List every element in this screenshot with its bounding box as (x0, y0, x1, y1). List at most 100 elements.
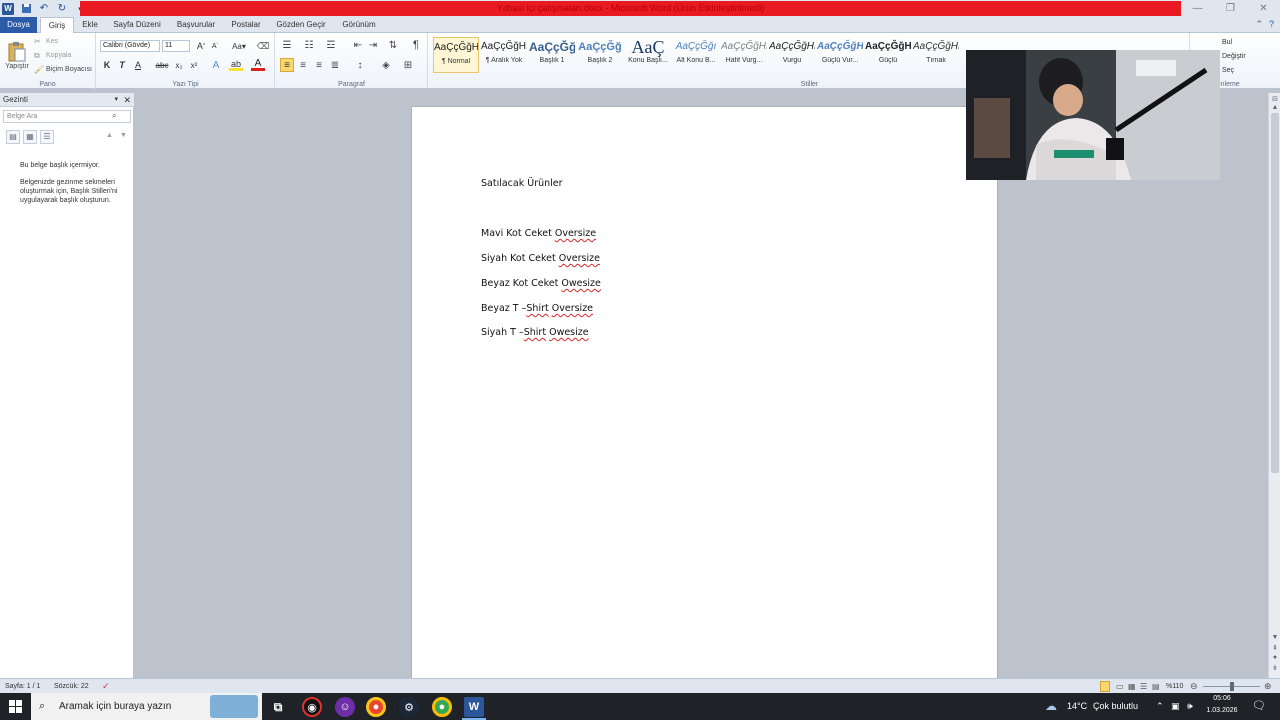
shading-icon[interactable]: ◈ (378, 58, 394, 72)
style-item[interactable]: AaÇçĞğHı Vurgu (769, 37, 815, 73)
browse-object-icon[interactable]: ● (1270, 654, 1280, 661)
align-center-icon[interactable]: ≡ (296, 58, 310, 72)
replace-button[interactable]: Değiştir (1222, 51, 1246, 61)
scroll-up-icon[interactable]: ▲ (1270, 104, 1280, 111)
tab-layout[interactable]: Sayfa Düzeni (110, 17, 164, 33)
superscript-icon[interactable]: x² (188, 59, 200, 71)
discord-icon[interactable]: ☺ (335, 697, 355, 717)
next-result-icon[interactable]: ▼ (120, 132, 127, 139)
weather-temperature[interactable]: 14°C (1067, 693, 1087, 720)
tab-home[interactable]: Giriş (40, 17, 74, 34)
tab-view[interactable]: Görünüm (338, 17, 380, 33)
list-item[interactable]: Beyaz Kot Ceket Owesize (481, 278, 601, 289)
font-name-dropdown[interactable]: Calibri (Gövde) (100, 40, 160, 52)
bold-button[interactable]: K (102, 59, 112, 71)
network-icon[interactable]: ▣ (1171, 693, 1180, 720)
font-size-dropdown[interactable]: 11 (162, 40, 190, 52)
style-item[interactable]: AaÇçĞğHı ¶ Aralık Yok (481, 37, 527, 73)
next-page-icon[interactable]: ⇟ (1270, 664, 1280, 672)
style-item[interactable]: AaÇçĞğHı Tırnak (913, 37, 959, 73)
web-layout-icon[interactable]: ▦ (1128, 681, 1136, 692)
style-item[interactable]: AaÇçĞğı Alt Konu B... (673, 37, 719, 73)
copy-button[interactable]: ⧉ Kopyala (34, 50, 71, 61)
print-layout-icon[interactable] (1100, 681, 1110, 692)
scrollbar-thumb[interactable] (1271, 113, 1279, 473)
style-item[interactable]: AaÇçĞğHı ¶ Normal (433, 37, 479, 73)
zoom-out-icon[interactable]: ⊖ (1190, 681, 1198, 692)
results-view-icon[interactable]: ☰ (40, 130, 54, 144)
close-pane-icon[interactable]: ✕ (123, 93, 131, 107)
proofing-icon[interactable]: ✓ (102, 681, 110, 692)
cloudy-weather-icon[interactable]: ☁ (1045, 693, 1057, 720)
document-page[interactable]: Satılacak Ürünler Mavi Kot Ceket Oversiz… (412, 107, 997, 687)
font-color-icon[interactable]: A (251, 58, 265, 71)
close-button[interactable]: ✕ (1247, 0, 1280, 17)
chrome-icon[interactable]: ● (366, 697, 386, 717)
draft-icon[interactable]: ▤ (1152, 681, 1160, 692)
full-screen-icon[interactable]: ▭ (1116, 681, 1124, 692)
obs-icon[interactable]: ◉ (302, 697, 322, 717)
align-left-icon[interactable]: ≡ (280, 58, 294, 72)
zoom-slider-thumb[interactable] (1230, 682, 1234, 691)
spelling-error[interactable]: Owesize (549, 327, 589, 338)
paste-button[interactable]: Yapıştır (3, 36, 31, 74)
tab-review[interactable]: Gözden Geçir (272, 17, 330, 33)
tab-file[interactable]: Dosya (0, 17, 37, 33)
line-spacing-icon[interactable]: ↕ (352, 58, 368, 72)
pane-options-icon[interactable]: ▾ (114, 93, 118, 107)
tab-insert[interactable]: Ekle (78, 17, 102, 33)
minimize-ribbon-icon[interactable]: ⌃ (1255, 19, 1263, 30)
zoom-level[interactable]: %110 (1166, 681, 1183, 692)
word-app-icon[interactable]: W (2, 2, 14, 15)
text-effects-icon[interactable]: A (209, 59, 223, 71)
grow-font-icon[interactable]: A ^ (195, 40, 207, 52)
underline-button[interactable]: A (133, 59, 143, 71)
format-painter-button[interactable]: 🖌 Biçim Boyacısı (34, 64, 92, 75)
minimize-button[interactable]: — (1181, 0, 1214, 17)
change-case-icon[interactable]: Aa▾ (230, 40, 248, 52)
borders-icon[interactable]: ⊞ (400, 58, 416, 72)
style-item[interactable]: AaÇçĞğHı Hafif Vurg... (721, 37, 767, 73)
undo-icon[interactable]: ↶ (38, 3, 50, 15)
spelling-error[interactable]: Oversize (555, 228, 596, 239)
spelling-error[interactable]: Oversize (552, 303, 593, 314)
spelling-error[interactable]: Shirt (524, 327, 546, 338)
steam-icon[interactable]: ⚙ (399, 697, 419, 717)
windows-start-icon[interactable] (9, 700, 22, 715)
word-taskbar-icon[interactable]: W (464, 697, 484, 717)
style-item[interactable]: AaÇçĞğ Başlık 1 (529, 37, 575, 73)
clock-date[interactable]: 1.03.2026 (1202, 707, 1242, 714)
cut-button[interactable]: ✂ Kes (34, 36, 58, 47)
redo-icon[interactable]: ↻ (56, 3, 68, 15)
justify-icon[interactable]: ≣ (328, 58, 342, 72)
task-view-icon[interactable]: ⧉ (268, 697, 288, 717)
select-button[interactable]: Seç (1222, 65, 1234, 75)
multilevel-list-icon[interactable]: ☲ (324, 39, 338, 51)
zoom-in-icon[interactable]: ⊕ (1264, 681, 1272, 692)
align-right-icon[interactable]: ≡ (312, 58, 326, 72)
spelling-error[interactable]: Shirt (526, 303, 548, 314)
notification-icon[interactable]: 🗨 (1252, 693, 1266, 720)
italic-button[interactable]: T (117, 59, 127, 71)
save-icon[interactable] (20, 3, 32, 15)
ruler-toggle-icon[interactable]: ⊟ (1270, 95, 1280, 103)
word-count[interactable]: Sözcük: 22 (54, 681, 89, 692)
help-icon[interactable]: ? (1269, 19, 1274, 30)
pages-view-icon[interactable]: ▦ (23, 130, 37, 144)
shrink-font-icon[interactable]: Aˇ (209, 40, 221, 52)
spelling-error[interactable]: Oversize (559, 253, 600, 264)
strikethrough-icon[interactable]: abc (155, 59, 169, 71)
clear-format-icon[interactable]: ⌫ (257, 40, 270, 52)
chrome-icon[interactable]: ● (432, 697, 452, 717)
scroll-down-icon[interactable]: ▼ (1270, 634, 1280, 641)
page-count[interactable]: Sayfa: 1 / 1 (5, 681, 40, 692)
spelling-error[interactable]: Owesize (561, 278, 601, 289)
highlight-color-icon[interactable]: ab (229, 59, 243, 71)
subscript-icon[interactable]: x₂ (173, 59, 185, 71)
list-item[interactable]: Siyah Kot Ceket Oversize (481, 253, 600, 264)
find-button[interactable]: Bul (1222, 37, 1232, 47)
increase-indent-icon[interactable]: ⇥ (367, 39, 379, 51)
headings-view-icon[interactable]: ▤ (6, 130, 20, 144)
previous-result-icon[interactable]: ▲ (106, 132, 113, 139)
restore-button[interactable]: ❐ (1214, 0, 1247, 17)
